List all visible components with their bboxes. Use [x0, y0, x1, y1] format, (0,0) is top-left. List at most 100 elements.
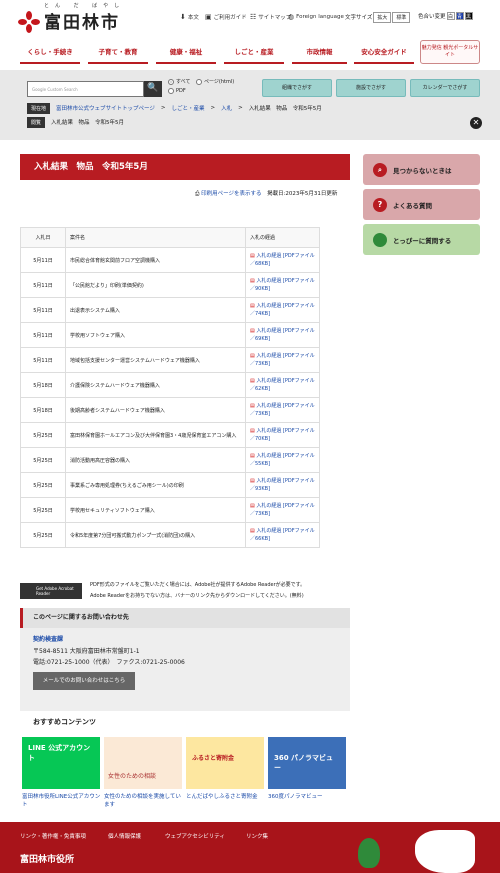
- color-black-button[interactable]: 黒: [464, 12, 473, 20]
- history: 閲覧 入札結果 物品 令和5年5月: [27, 116, 124, 128]
- footer: リンク・著作権・免責事項 個人情報保護 ウェブアクセシビリティ リンク集 富田林…: [0, 822, 500, 873]
- line-banner[interactable]: LINE 公式アカウント: [22, 737, 100, 789]
- footer-link-privacy[interactable]: 個人情報保護: [108, 832, 141, 840]
- pdf-link[interactable]: ▤ 入札の経過 [PDFファイル／55KB]: [245, 447, 320, 473]
- col-file: 入札の経過: [245, 227, 320, 248]
- row-name: 富田林保育園ホールエアコン及び大伴保育園3・4歳児保育室エアコン購入: [65, 422, 246, 448]
- breadcrumb-business[interactable]: しごと・産業: [172, 104, 205, 112]
- row-date: 5月11日: [20, 347, 66, 373]
- table-row: 5月25日 令和5年度第7分団可搬式動力ポンプ一式(消防団)の購入 ▤ 入札の経過 …: [20, 522, 320, 548]
- history-item[interactable]: 入札結果 物品 令和5年5月: [51, 118, 124, 126]
- row-date: 5月11日: [20, 272, 66, 298]
- color-blue-button[interactable]: 青: [455, 12, 464, 20]
- link-guide[interactable]: ▣ ご利用ガイド: [205, 13, 247, 21]
- table-row: 5月11日 出退表示システム購入 ▤ 入札の経過 [PDFファイル／74KB]: [20, 297, 320, 323]
- pdf-link[interactable]: ▤ 入札の経過 [PDFファイル／69KB]: [245, 322, 320, 348]
- footer-link-copyright[interactable]: リンク・著作権・免責事項: [20, 832, 86, 840]
- pdf-link[interactable]: ▤ 入札の経過 [PDFファイル／90KB]: [245, 272, 320, 298]
- row-date: 5月25日: [20, 472, 66, 498]
- radio-page[interactable]: ページ(html): [196, 78, 234, 85]
- nav-government[interactable]: 市政情報: [292, 42, 347, 64]
- logo-text: 富田林市: [44, 13, 120, 33]
- pdf-link[interactable]: ▤ 入札の経過 [PDFファイル／68KB]: [245, 247, 320, 273]
- table-row: 5月18日 介護保険システムハードウェア機器購入 ▤ 入札の経過 [PDFファイル／…: [20, 372, 320, 398]
- mascot-icon: [373, 232, 387, 247]
- page-meta: ⎙ 印刷用ページを表示する 掲載日:2023年5月31日更新: [195, 189, 337, 198]
- row-date: 5月11日: [20, 247, 66, 273]
- breadcrumb-top[interactable]: 富田林市公式ウェブサイトトップページ: [56, 104, 155, 112]
- page-title: 入札結果 物品 令和5年5月: [20, 154, 350, 180]
- search-input[interactable]: Google Custom Search: [27, 81, 144, 97]
- women-consult-banner[interactable]: 女性のための相談: [104, 737, 182, 789]
- pdf-link[interactable]: ▤ 入札の経過 [PDFファイル／66KB]: [245, 522, 320, 548]
- row-name: 事業系ごみ専用処理券(ちえるごみ用シール)の印刷: [65, 472, 246, 498]
- print-link[interactable]: 印刷用ページを表示する: [201, 191, 261, 197]
- recommend-line[interactable]: 富田林市役所LINE公式アカウント: [22, 793, 104, 809]
- table-row: 5月25日 学校用セキュリティソフトウェア購入 ▤ 入札の経過 [PDFファイル／7…: [20, 497, 320, 523]
- link-main-content[interactable]: ⬇ 本文: [180, 13, 199, 21]
- adobe-note-1: PDF形式のファイルをご覧いただく場合には、Adobe社が提供するAdobe R…: [90, 582, 306, 588]
- sitemap-icon: ☷: [250, 13, 257, 21]
- link-foreign[interactable]: ◍ Foreign language: [288, 13, 344, 21]
- adobe-note-2: Adobe Readerをお持ちでない方は、バナーのリンク先からダウンロードして…: [90, 593, 304, 599]
- contact-dept[interactable]: 契約検査課: [33, 634, 63, 643]
- header: とん だ ばやし 富田林市 ⬇ 本文 ▣ ご利用ガイド ☷ サイトマップ ◍ Forei…: [0, 0, 500, 38]
- pdf-link[interactable]: ▤ 入札の経過 [PDFファイル／73KB]: [245, 347, 320, 373]
- search-icon: ⌕: [373, 162, 387, 177]
- side-faq-button[interactable]: ? よくある質問: [363, 189, 480, 220]
- pdf-link[interactable]: ▤ 入札の経過 [PDFファイル／74KB]: [245, 297, 320, 323]
- results-table: 入札日 案件名 入札の経過 5月11日 市民総合体育館玄関前フロア空調機購入 ▤ 入札の…: [20, 227, 320, 548]
- col-name: 案件名: [65, 227, 246, 248]
- history-tag: 閲覧: [27, 116, 46, 128]
- footer-link-links[interactable]: リンク集: [246, 832, 268, 840]
- site-logo[interactable]: 富田林市: [18, 5, 120, 33]
- mail-button[interactable]: メールでのお問い合わせはこちら: [33, 672, 135, 690]
- search-by-calendar-button[interactable]: カレンダーでさがす: [410, 79, 480, 97]
- radio-all[interactable]: すべて: [168, 78, 190, 85]
- row-date: 5月25日: [20, 522, 66, 548]
- radio-pdf[interactable]: PDF: [168, 88, 186, 94]
- recommend-women[interactable]: 女性のための相談を実施しています: [104, 793, 186, 809]
- color-white-button[interactable]: 白: [446, 12, 455, 20]
- pdf-link[interactable]: ▤ 入札の経過 [PDFファイル／62KB]: [245, 372, 320, 398]
- search-by-org-button[interactable]: 組織でさがす: [262, 79, 332, 97]
- row-name: 消防活動用高圧容器の購入: [65, 447, 246, 473]
- row-name: 「公民館だより」印刷(単価契約): [65, 272, 246, 298]
- furusato-banner[interactable]: ふるさと寄附金: [186, 737, 264, 789]
- search-button[interactable]: 🔍: [144, 81, 162, 97]
- textsize-label: 文字サイズ: [345, 15, 373, 21]
- recommend-panorama[interactable]: 360度パノラマビュー: [268, 793, 350, 801]
- side-tobby-button[interactable]: とっぴーに質問する: [363, 224, 480, 255]
- standard-button[interactable]: 標準: [392, 12, 411, 23]
- pdf-link[interactable]: ▤ 入札の経過 [PDFファイル／73KB]: [245, 397, 320, 423]
- adobe-reader-banner[interactable]: Get Adobe Acrobat Reader: [20, 583, 82, 599]
- footer-link-accessibility[interactable]: ウェブアクセシビリティ: [165, 832, 225, 840]
- side-notfound-button[interactable]: ⌕ 見つからないときは: [363, 154, 480, 185]
- nav-business[interactable]: しごと・産業: [224, 42, 284, 64]
- col-date: 入札日: [20, 227, 66, 248]
- enlarge-button[interactable]: 拡大: [373, 12, 392, 23]
- link-sitemap[interactable]: ☷ サイトマップ: [250, 13, 291, 21]
- panorama-banner[interactable]: 360 パノラマビュー: [268, 737, 346, 789]
- table-row: 5月11日 「公民館だより」印刷(単価契約) ▤ 入札の経過 [PDFファイル／90…: [20, 272, 320, 298]
- table-row: 5月25日 消防活動用高圧容器の購入 ▤ 入札の経過 [PDFファイル／55KB]: [20, 447, 320, 473]
- city-emblem-icon: [18, 11, 40, 33]
- nav-safety[interactable]: 安心安全ガイド: [354, 42, 414, 64]
- search-by-facility-button[interactable]: 施設でさがす: [336, 79, 406, 97]
- tourism-banner[interactable]: 魅力発信 観光ポータルサイト: [420, 40, 480, 64]
- row-date: 5月18日: [20, 397, 66, 423]
- pdf-link[interactable]: ▤ 入札の経過 [PDFファイル／73KB]: [245, 497, 320, 523]
- breadcrumb-current: 入札結果 物品 令和5年5月: [248, 106, 322, 112]
- pdf-link[interactable]: ▤ 入札の経過 [PDFファイル／93KB]: [245, 472, 320, 498]
- nav-living[interactable]: くらし・手続き: [20, 42, 80, 64]
- nav-childcare[interactable]: 子育て・教育: [88, 42, 148, 64]
- close-icon[interactable]: ✕: [470, 117, 482, 129]
- table-row: 5月11日 学校用ソフトウェア購入 ▤ 入札の経過 [PDFファイル／69KB]: [20, 322, 320, 348]
- city-map-icon: [415, 830, 475, 873]
- breadcrumb-bid[interactable]: 入札: [221, 104, 232, 112]
- recommend-furusato[interactable]: とんだばやしふるさと寄附金: [186, 793, 268, 801]
- row-date: 5月25日: [20, 422, 66, 448]
- nav-health[interactable]: 健康・福祉: [156, 42, 216, 64]
- pdf-link[interactable]: ▤ 入札の経過 [PDFファイル／70KB]: [245, 422, 320, 448]
- color-label: 色合い変更: [418, 14, 446, 20]
